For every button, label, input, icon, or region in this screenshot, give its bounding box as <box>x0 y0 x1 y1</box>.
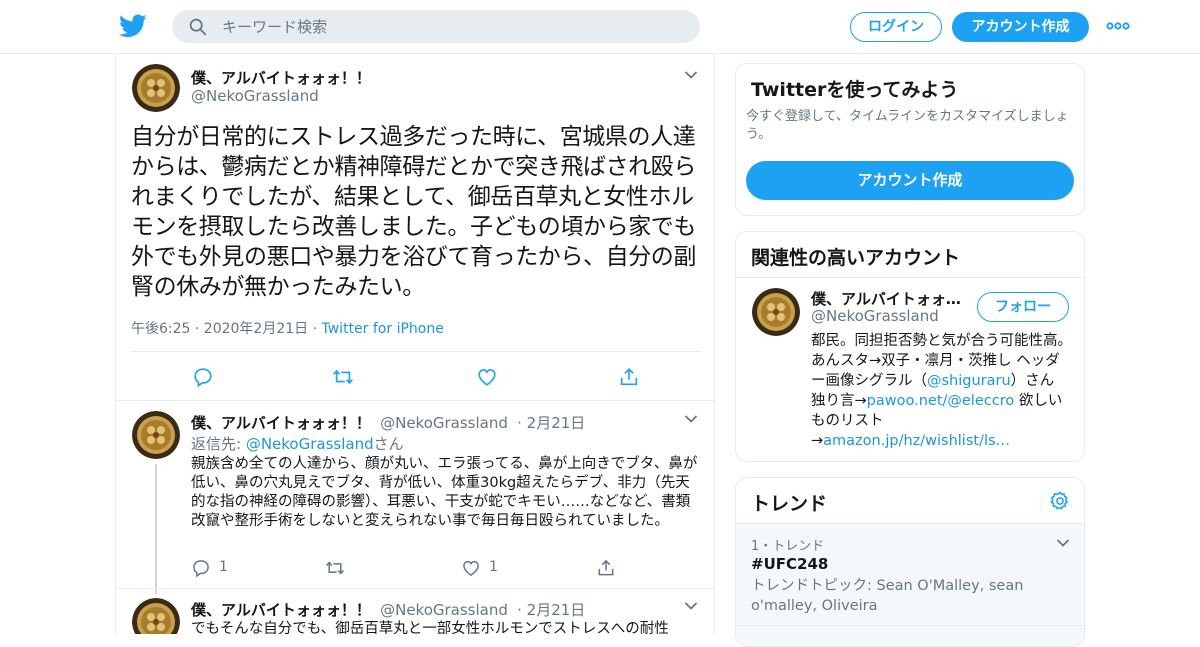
like-heart-icon[interactable] <box>476 366 498 388</box>
divider <box>736 523 1084 524</box>
display-name[interactable]: 僕、アルバイトォォォ！！ <box>191 67 371 88</box>
reply-to-link[interactable]: @NekoGrassland <box>246 435 374 453</box>
reply-header[interactable]: 僕、アルバイトォォォ！！ @NekoGrassland · 2月21日 <box>191 412 585 433</box>
search-input[interactable] <box>222 10 682 43</box>
tweet-column: 僕、アルバイトォォォ！！ @NekoGrassland 自分が日常的にストレス過… <box>115 54 715 634</box>
avatar-image <box>752 288 800 336</box>
follow-button[interactable]: フォロー <box>977 292 1069 322</box>
reply-suffix: さん <box>373 435 404 453</box>
tweet-timestamp[interactable]: 午後6:25 · 2020年2月21日 <box>131 321 308 337</box>
chevron-down-icon[interactable] <box>684 414 698 424</box>
card-subtitle: 今すぐ登録して、タイムラインをカスタマイズしましょう。 <box>746 109 1069 142</box>
related-accounts-card: 関連性の高いアカウント 僕、アルバイトォォォ！！ @NekoGrassland … <box>735 231 1085 462</box>
divider <box>736 625 1084 626</box>
divider <box>116 588 714 589</box>
retweet-action[interactable] <box>325 558 345 578</box>
bio-url-link[interactable]: pawoo.net/@eleccro <box>867 393 1015 409</box>
meta-separator: · <box>308 321 322 337</box>
user-handle[interactable]: @NekoGrassland <box>380 414 508 432</box>
tweet-date[interactable]: · 2月21日 <box>517 601 585 619</box>
reply-icon[interactable] <box>191 558 211 578</box>
trend-topics: トレンドトピック: Sean O'Malley, sean o'malley, … <box>751 578 1024 614</box>
like-count: 1 <box>489 559 498 575</box>
trends-card: トレンド 1・トレンド #UFC248 トレンドトピック: Sean O'Mal… <box>735 477 1085 647</box>
search-icon <box>189 18 207 36</box>
divider <box>736 277 1084 278</box>
user-handle[interactable]: @NekoGrassland <box>191 87 319 105</box>
tweet-text: でもそんな自分でも、御岳百草丸と一部女性ホルモンでストレスへの耐性 <box>191 621 669 634</box>
chevron-down-icon[interactable] <box>684 601 698 611</box>
avatar[interactable] <box>752 288 800 336</box>
top-navigation-bar: ログイン アカウント作成 <box>0 0 1200 54</box>
gear-icon[interactable] <box>1049 490 1071 512</box>
signup-prompt-card: Twitterを使ってみよう 今すぐ登録して、タイムラインをカスタマイズしましょ… <box>735 63 1085 216</box>
reply-icon[interactable] <box>192 366 214 388</box>
user-handle[interactable]: @NekoGrassland <box>380 601 508 619</box>
card-title: トレンド <box>751 493 828 515</box>
avatar-image <box>132 411 180 459</box>
avatar[interactable] <box>132 64 180 112</box>
signup-button[interactable]: アカウント作成 <box>952 12 1089 42</box>
twitter-bird-icon[interactable] <box>119 13 147 39</box>
display-name[interactable]: 僕、アルバイトォォォ！！ <box>191 414 371 432</box>
avatar-image <box>132 598 180 634</box>
avatar[interactable] <box>132 598 180 634</box>
replying-to: 返信先: @NekoGrasslandさん <box>191 433 404 454</box>
tweet-meta: 午後6:25 · 2020年2月21日 · Twitter for iPhone <box>131 318 444 338</box>
user-handle[interactable]: @NekoGrassland <box>811 307 939 325</box>
divider <box>116 400 714 401</box>
bio-mention-link[interactable]: @shiguraru <box>927 373 1011 389</box>
share-icon[interactable] <box>596 558 616 578</box>
tweet-text: 自分が日常的にストレス過多だった時に、宮城県の人達からは、鬱病だとか精神障碍だと… <box>131 124 697 300</box>
signup-button[interactable]: アカウント作成 <box>746 161 1074 200</box>
trend-name[interactable]: #UFC248 <box>751 555 828 573</box>
chevron-down-icon[interactable] <box>684 70 698 80</box>
divider <box>131 351 701 352</box>
reply-header[interactable]: 僕、アルバイトォォォ！！ @NekoGrassland · 2月21日 <box>191 599 585 620</box>
reply-prefix: 返信先: <box>191 435 246 453</box>
reply-count: 1 <box>219 559 228 575</box>
tweet-source-link[interactable]: Twitter for iPhone <box>322 321 444 337</box>
card-title: 関連性の高いアカウント <box>751 247 961 269</box>
bio-url-link[interactable]: amazon.jp/hz/wishlist/ls… <box>823 433 1010 449</box>
trend-rank: 1・トレンド <box>751 539 825 554</box>
thread-connector <box>155 464 157 594</box>
tweet-date[interactable]: · 2月21日 <box>517 414 585 432</box>
more-dots-icon[interactable] <box>1106 18 1130 34</box>
display-name[interactable]: 僕、アルバイトォォォ！！ <box>811 288 971 309</box>
share-icon[interactable] <box>618 366 640 388</box>
search-box[interactable] <box>172 10 700 43</box>
share-action[interactable] <box>596 558 616 578</box>
like-heart-icon[interactable] <box>461 558 481 578</box>
display-name[interactable]: 僕、アルバイトォォォ！！ <box>191 601 371 619</box>
card-title: Twitterを使ってみよう <box>751 79 959 101</box>
avatar-image <box>132 64 180 112</box>
retweet-icon[interactable] <box>332 366 354 388</box>
login-button[interactable]: ログイン <box>850 12 942 42</box>
user-bio: 都民。同担拒否勢と気が合う可能性高。あんスタ→双子・凛月・茨推し ヘッダー画像シ… <box>811 331 1073 451</box>
avatar[interactable] <box>132 411 180 459</box>
tweet-text: 親族含め全ての人達から、顔が丸い、エラ張ってる、鼻が上向きでブタ、鼻が低い、鼻の… <box>191 456 698 529</box>
retweet-icon[interactable] <box>325 558 345 578</box>
chevron-down-icon[interactable] <box>1056 538 1070 548</box>
